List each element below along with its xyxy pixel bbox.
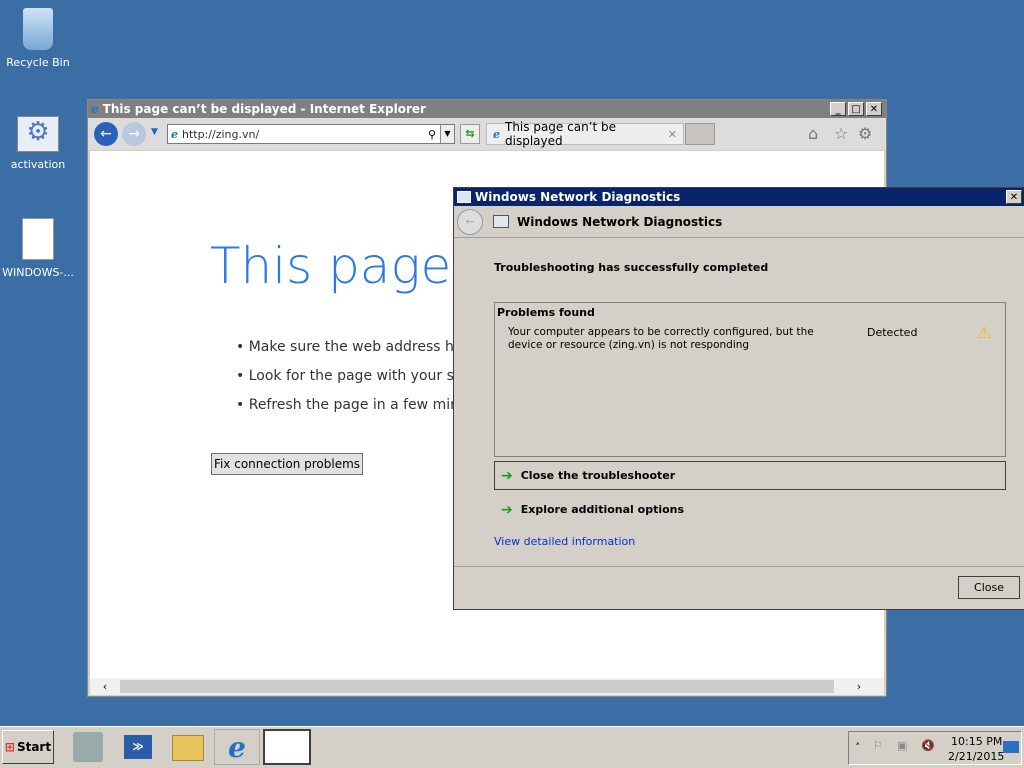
suggestion-item: • Make sure the web address ht: [236, 339, 460, 355]
back-button[interactable]: ←: [457, 208, 483, 235]
tab-icon: e: [493, 127, 500, 141]
horizontal-scrollbar[interactable]: ‹ ›: [90, 678, 884, 695]
explore-options-option[interactable]: ➔ Explore additional options: [494, 495, 1006, 524]
close-button[interactable]: ✕: [866, 102, 882, 116]
suggestion-item: • Refresh the page in a few minu: [236, 397, 468, 413]
address-dropdown-icon[interactable]: ▼: [440, 125, 454, 143]
dialog-header-title: Windows Network Diagnostics: [517, 214, 723, 229]
scroll-left-icon[interactable]: ‹: [90, 680, 120, 693]
error-heading: This page c: [210, 237, 495, 295]
warning-icon: ⚠: [977, 323, 992, 342]
windows-logo-icon: ⊞: [4, 740, 15, 754]
problem-status: Detected: [867, 326, 918, 339]
dialog-title-bar[interactable]: Windows Network Diagnostics ✕: [454, 188, 1024, 206]
ie-title-bar[interactable]: e This page can’t be displayed - Interne…: [88, 100, 886, 118]
address-bar[interactable]: e http://zing.vn/ ⚲ ▼: [167, 124, 455, 144]
system-tray: ˄ ⚐ ▣ 🔇 10:15 PM 2/21/2015: [848, 731, 1022, 765]
volume-muted-icon[interactable]: 🔇: [921, 739, 935, 752]
clock-date[interactable]: 2/21/2015: [948, 750, 1004, 763]
fix-connection-button[interactable]: Fix connection problems: [211, 453, 363, 475]
action-center-flag-icon[interactable]: ⚐: [873, 739, 883, 752]
search-icon[interactable]: ⚲: [428, 128, 436, 141]
view-details-link[interactable]: View detailed information: [494, 535, 635, 548]
refresh-button[interactable]: ⇆: [460, 124, 480, 144]
page-icon: e: [171, 127, 178, 141]
show-desktop-button[interactable]: [1003, 741, 1019, 753]
close-troubleshooter-option[interactable]: ➔ Close the troubleshooter: [494, 461, 1006, 490]
dialog-header: ← Windows Network Diagnostics: [454, 206, 1024, 238]
back-button[interactable]: ←: [94, 122, 118, 146]
ie-logo-icon: e: [91, 102, 99, 116]
start-button[interactable]: ⊞ Start: [2, 730, 54, 764]
minimize-button[interactable]: _: [830, 102, 846, 116]
internet-explorer-taskbar-icon[interactable]: e: [214, 729, 260, 765]
home-icon[interactable]: ⌂: [808, 124, 818, 143]
problems-box: Problems found Your computer appears to …: [494, 302, 1006, 457]
recycle-bin-icon: [23, 8, 53, 50]
problem-description: Your computer appears to be correctly co…: [508, 326, 814, 351]
network-icon: [493, 215, 509, 228]
server-manager-icon[interactable]: [73, 732, 103, 762]
forward-button[interactable]: →: [122, 122, 146, 146]
favorites-star-icon[interactable]: ☆: [834, 124, 848, 143]
network-icon: [457, 191, 471, 203]
dialog-close-x-button[interactable]: ✕: [1006, 190, 1022, 204]
history-dropdown-icon[interactable]: ▼: [151, 127, 158, 137]
icon-label: WINDOWS-...: [2, 266, 74, 279]
ie-toolbar: ← → ▼ e http://zing.vn/ ⚲ ▼ ⇆ e This pag…: [88, 118, 886, 150]
icon-label: activation: [10, 158, 66, 171]
file-explorer-icon[interactable]: [172, 735, 204, 761]
network-tray-icon[interactable]: ▣: [897, 739, 907, 752]
clock-time[interactable]: 10:15 PM: [951, 735, 1002, 748]
powershell-icon[interactable]: ≫: [124, 735, 152, 759]
desktop-icon-windows-file[interactable]: WINDOWS-...: [0, 218, 76, 279]
window-title: This page can’t be displayed - Internet …: [102, 102, 426, 116]
new-tab-button[interactable]: [685, 123, 715, 145]
maximize-button[interactable]: □: [848, 102, 864, 116]
text-file-icon: [22, 218, 54, 260]
green-arrow-icon: ➔: [501, 501, 513, 518]
show-hidden-icons-button[interactable]: ˄: [855, 741, 861, 754]
taskbar: ⊞ Start ≫ e ˄ ⚐ ▣ 🔇 10:15 PM 2/21/2015: [0, 726, 1024, 768]
desktop-icon-recycle-bin[interactable]: Recycle Bin: [0, 8, 76, 69]
status-heading: Troubleshooting has successfully complet…: [494, 261, 769, 274]
network-diagnostics-taskbar-icon[interactable]: [263, 729, 311, 765]
dialog-title: Windows Network Diagnostics: [475, 190, 681, 204]
suggestion-list: • Make sure the web address ht • Look fo…: [236, 333, 468, 420]
gear-icon: ⚙: [17, 116, 59, 152]
suggestion-item: • Look for the page with your se: [236, 368, 463, 384]
tab-active[interactable]: e This page can’t be displayed ✕: [486, 120, 684, 148]
divider: [454, 566, 1024, 567]
close-button[interactable]: Close: [958, 576, 1020, 599]
settings-gear-icon[interactable]: ⚙: [858, 124, 872, 143]
icon-label: Recycle Bin: [6, 56, 70, 69]
problems-heading: Problems found: [497, 306, 595, 319]
tab-close-icon[interactable]: ✕: [668, 128, 677, 141]
scroll-right-icon[interactable]: ›: [834, 680, 884, 693]
tab-label: This page can’t be displayed: [505, 120, 617, 148]
green-arrow-icon: ➔: [501, 467, 513, 484]
scroll-thumb[interactable]: [120, 680, 834, 693]
address-input[interactable]: http://zing.vn/: [182, 128, 428, 141]
network-diagnostics-dialog: Windows Network Diagnostics ✕ ← Windows …: [453, 187, 1024, 610]
desktop-icon-activation[interactable]: ⚙ activation: [0, 116, 76, 171]
